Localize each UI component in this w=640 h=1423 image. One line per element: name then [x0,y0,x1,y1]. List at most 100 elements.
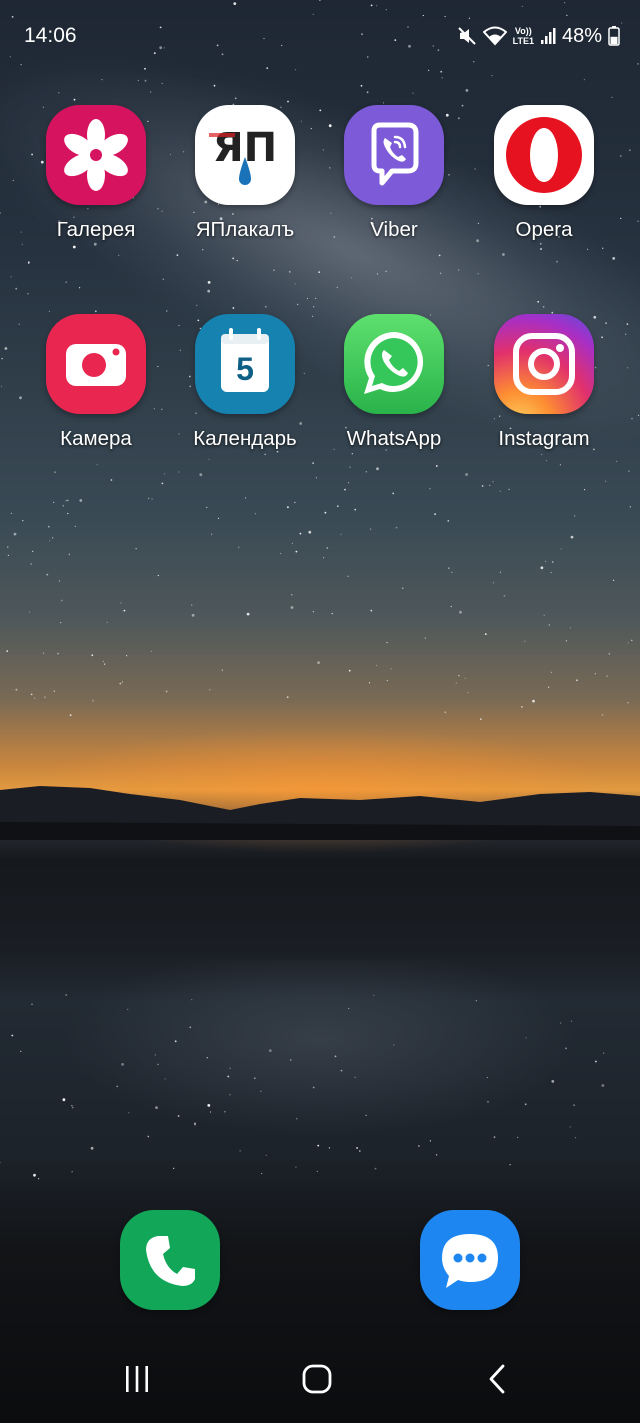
app-calendar[interactable]: 5 Календарь [175,314,315,451]
star [537,300,540,303]
star [477,273,479,275]
app-label: Календарь [193,427,297,450]
star [620,217,622,219]
star [1,358,3,360]
star [444,711,447,714]
star [67,512,69,515]
star [559,464,562,466]
star [318,271,321,274]
dock-phone[interactable] [120,1210,220,1310]
recent-apps-icon [126,1366,148,1392]
star [47,525,50,528]
app-viber[interactable]: Viber [324,105,464,242]
star [49,540,51,542]
star [550,572,552,574]
star [221,669,223,671]
app-label: Instagram [498,427,590,450]
star [366,91,369,94]
navigation-bar [0,1335,640,1423]
star [574,515,576,517]
app-instagram[interactable]: Instagram [474,314,614,451]
star [349,466,351,468]
star [151,498,153,500]
app-label: Opera [515,218,573,241]
star [637,220,639,222]
star [548,686,550,688]
home-button[interactable] [272,1335,362,1423]
star [264,305,267,308]
star [365,471,367,473]
star [144,79,147,82]
star [458,269,460,271]
star [294,283,296,285]
star [191,604,193,606]
star [637,414,640,416]
recent-apps-button[interactable] [92,1335,182,1423]
star [386,679,388,682]
lte-label: LTE1 [512,36,534,46]
star [217,517,220,520]
whatsapp-icon [344,314,444,414]
star [315,477,317,479]
star [286,696,289,699]
star [211,533,213,535]
dock-messages[interactable] [420,1210,520,1310]
star [548,624,550,626]
star [429,488,431,490]
star [295,550,298,553]
star [150,91,152,93]
back-button[interactable] [452,1335,542,1423]
star [491,75,493,77]
star [104,663,106,665]
star [65,281,68,284]
app-opera[interactable]: Opera [474,105,614,242]
star [606,675,608,677]
instagram-icon [494,314,594,414]
app-camera[interactable]: Камера [26,314,166,451]
star [385,270,387,272]
star [13,532,17,536]
star [238,546,240,548]
app-whatsapp[interactable]: WhatsApp [324,314,464,451]
star [18,323,20,325]
star [150,650,152,653]
star [118,254,120,256]
star [312,611,314,613]
star [386,642,388,644]
star [119,682,122,685]
star [331,613,333,615]
star [101,79,103,81]
star [455,682,457,684]
star [4,347,8,350]
app-gallery[interactable]: Галерея [26,105,166,242]
star [208,458,210,460]
star [58,580,61,582]
star [370,609,373,612]
star [354,508,357,511]
star [7,554,9,557]
app-label: WhatsApp [346,427,442,450]
star [587,248,589,250]
app-yaplakal[interactable]: ЯП ЯПлакалъ [175,105,315,242]
star [135,548,137,550]
star [441,77,443,79]
star [376,467,379,471]
star [291,542,293,544]
back-icon [489,1364,505,1394]
star [34,697,36,699]
clock: 14:06 [24,24,77,47]
mute-icon [457,26,477,46]
star [467,692,469,694]
star [291,594,293,596]
star [464,677,466,679]
star [625,333,627,335]
star [22,520,24,522]
star [165,690,168,693]
star [28,611,30,613]
star [42,652,45,654]
star [390,668,392,670]
star [347,575,349,577]
star [376,273,379,275]
star [627,702,629,704]
star [21,243,23,245]
